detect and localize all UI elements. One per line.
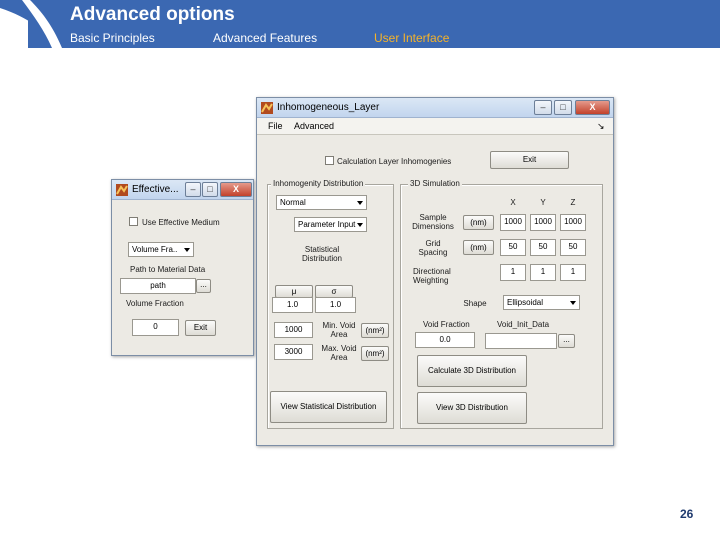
minimize-icon[interactable]: – (534, 100, 552, 115)
maximize-icon[interactable]: □ (202, 182, 218, 197)
min-void-area-label: Min. Void Area (322, 321, 356, 339)
grid-z-input[interactable]: 50 (560, 239, 586, 256)
calc-inhomogenies-checkbox[interactable] (325, 156, 334, 165)
volume-select-value: Volume Fra.. (132, 245, 178, 254)
chevron-down-icon (357, 223, 363, 227)
distribution-select[interactable]: Normal (276, 195, 367, 210)
sample-dim-z-input[interactable]: 1000 (560, 214, 586, 231)
shape-label: Shape (463, 299, 487, 308)
grid-spacing-label: Grid Spacing (418, 239, 448, 257)
view-3d-distribution-button[interactable]: View 3D Distribution (417, 392, 527, 424)
path-label: Path to Material Data (130, 265, 206, 274)
grid-y-input[interactable]: 50 (530, 239, 556, 256)
void-data-browse-button[interactable]: ... (558, 334, 575, 348)
effective-titlebar[interactable]: Effective... – □ X (112, 180, 253, 200)
use-effective-medium-label: Use Effective Medium (142, 218, 220, 227)
slide-title: Advanced options (70, 4, 235, 25)
min-void-unit-button[interactable]: (nm²) (361, 323, 389, 338)
path-input[interactable]: path (120, 278, 196, 294)
grid-x-input[interactable]: 50 (500, 239, 526, 256)
sample-dimensions-label: Sample Dimensions (412, 213, 454, 231)
use-effective-medium-checkbox[interactable] (129, 217, 138, 226)
nav-user-interface[interactable]: User Interface (374, 31, 449, 45)
directional-weighting-label: Directional Weighting (413, 267, 451, 285)
matlab-app-icon (261, 102, 273, 114)
sample-unit-button[interactable]: (nm) (463, 215, 494, 230)
slide-header: Advanced options Basic Principles Advanc… (0, 0, 720, 48)
menubar: File Advanced ↘ (257, 118, 613, 135)
volume-fraction-label: Volume Fraction (126, 299, 184, 308)
chevron-down-icon (184, 248, 190, 252)
calculate-3d-distribution-button[interactable]: Calculate 3D Distribution (417, 355, 527, 387)
eff-exit-button[interactable]: Exit (185, 320, 216, 336)
nav-basic-principles[interactable]: Basic Principles (70, 31, 155, 45)
close-icon[interactable]: X (220, 182, 252, 197)
max-void-area-input[interactable]: 3000 (274, 344, 313, 360)
void-fraction-label: Void Fraction (423, 320, 470, 329)
page-number: 26 (680, 507, 694, 521)
main-exit-button[interactable]: Exit (490, 151, 569, 169)
axis-y-header: Y (540, 198, 546, 207)
volume-fraction-select[interactable]: Volume Fra.. (128, 242, 194, 257)
main-window-title: Inhomogeneous_Layer (277, 102, 380, 113)
menu-overflow-icon[interactable]: ↘ (597, 121, 605, 132)
void-init-data-label: Void_Init_Data (497, 320, 550, 329)
input-select-value: Parameter Input (298, 220, 356, 229)
weight-y-input[interactable]: 1 (530, 264, 556, 281)
chevron-down-icon (357, 201, 363, 205)
weight-z-input[interactable]: 1 (560, 264, 586, 281)
menu-file[interactable]: File (268, 121, 283, 131)
simulation-panel-title: 3D Simulation (408, 179, 462, 188)
void-fraction-input[interactable]: 0.0 (415, 332, 475, 348)
maximize-icon[interactable]: □ (554, 100, 572, 115)
weight-x-input[interactable]: 1 (500, 264, 526, 281)
max-void-unit-button[interactable]: (nm²) (361, 346, 389, 361)
minimize-icon[interactable]: – (185, 182, 201, 197)
min-void-area-input[interactable]: 1000 (274, 322, 313, 338)
max-void-area-label: Max. Void Area (321, 344, 357, 362)
sigma-input[interactable]: 1.0 (315, 297, 356, 313)
effective-window-title: Effective... (132, 184, 179, 195)
inhomogenity-panel-title: Inhomogenity Distribution (271, 179, 366, 188)
menu-advanced[interactable]: Advanced (294, 121, 334, 131)
sample-dim-x-input[interactable]: 1000 (500, 214, 526, 231)
chevron-down-icon (570, 301, 576, 305)
void-init-data-input[interactable] (485, 333, 557, 349)
axis-x-header: X (510, 198, 516, 207)
shape-select[interactable]: Ellipsoidal (503, 295, 580, 310)
nav-advanced-features[interactable]: Advanced Features (213, 31, 317, 45)
calc-inhomogenies-label: Calculation Layer Inhomogenies (337, 157, 452, 166)
statistical-distribution-label: Statistical Distribution (301, 245, 342, 263)
input-method-select[interactable]: Parameter Input (294, 217, 367, 232)
shape-select-value: Ellipsoidal (507, 298, 544, 307)
view-statistical-distribution-button[interactable]: View Statistical Distribution (270, 391, 387, 423)
main-titlebar[interactable]: Inhomogeneous_Layer – □ X (257, 98, 613, 118)
matlab-app-icon (116, 184, 128, 196)
effective-medium-window: Effective... – □ X Use Effective Medium … (111, 179, 254, 356)
mu-input[interactable]: 1.0 (272, 297, 313, 313)
volume-fraction-input[interactable]: 0 (132, 319, 179, 336)
path-browse-button[interactable]: ... (196, 279, 211, 293)
grid-unit-button[interactable]: (nm) (463, 240, 494, 255)
header-swoosh-icon (0, 0, 70, 48)
inhomogeneous-layer-window: Inhomogeneous_Layer – □ X File Advanced … (256, 97, 614, 446)
distribution-select-value: Normal (280, 198, 306, 207)
close-icon[interactable]: X (575, 100, 610, 115)
axis-z-header: Z (570, 198, 576, 207)
sample-dim-y-input[interactable]: 1000 (530, 214, 556, 231)
